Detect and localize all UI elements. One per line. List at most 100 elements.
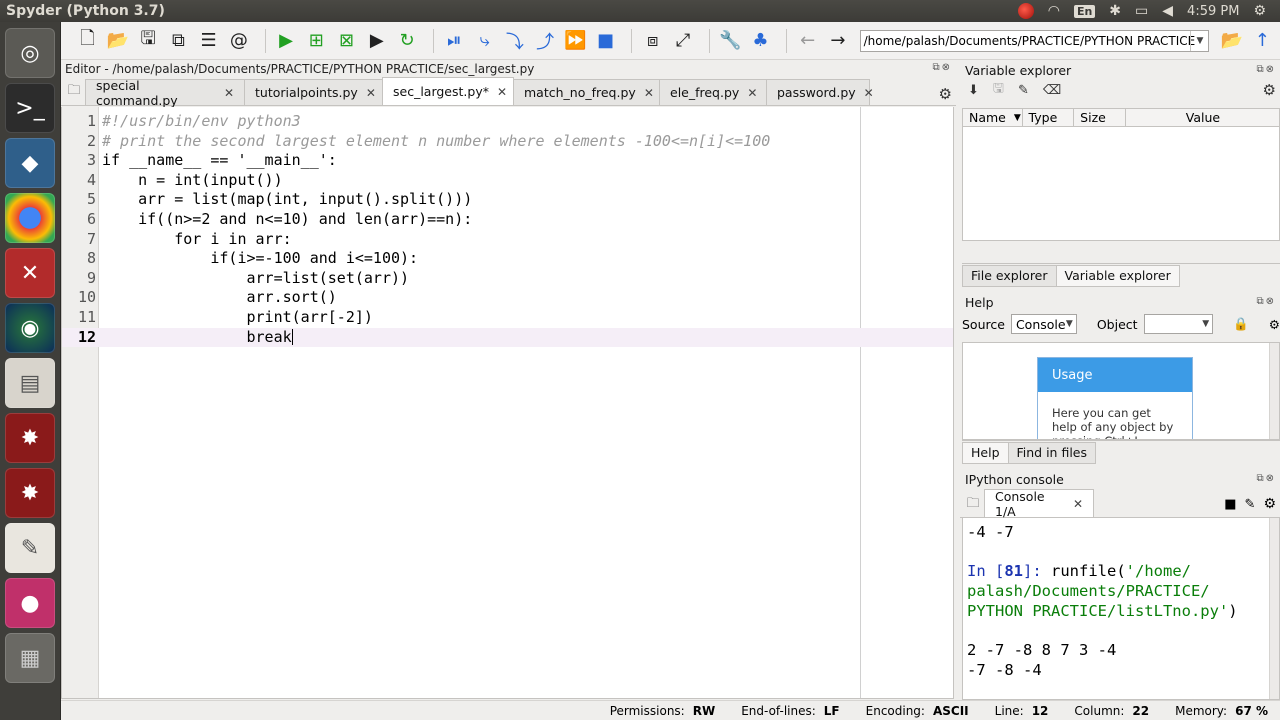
help-source-select[interactable]: Console ▼ bbox=[1010, 314, 1077, 334]
record-indicator-icon[interactable] bbox=[1017, 3, 1034, 19]
console-input-line: PYTHON PRACTICE/listLTno.py') bbox=[967, 602, 1238, 620]
save-data-icon[interactable]: 🖫 bbox=[993, 79, 1004, 101]
terminal-app-icon[interactable]: >_ bbox=[5, 83, 55, 133]
save-data-as-icon[interactable]: ✎ bbox=[1018, 83, 1029, 98]
editor-tab[interactable]: ele_freq.py ✕ bbox=[659, 79, 767, 105]
clear-console-icon[interactable]: ✎ bbox=[1245, 497, 1256, 512]
open-file-icon[interactable]: 📂 bbox=[105, 28, 130, 54]
status-memory-label: Memory: bbox=[1175, 703, 1228, 718]
column-header-name[interactable]: Name ▼ bbox=[963, 109, 1023, 126]
save-all-icon[interactable]: ⧉ bbox=[166, 28, 191, 54]
import-data-icon[interactable]: ⬇ bbox=[968, 83, 979, 98]
run-cell-advance-icon[interactable]: ⊠ bbox=[334, 28, 359, 54]
python-path-icon[interactable]: ♣ bbox=[748, 28, 773, 54]
back-arrow-icon[interactable]: ← bbox=[795, 28, 820, 54]
debug-icon[interactable]: ⏯ bbox=[442, 28, 467, 54]
chevron-down-icon[interactable]: ▼ bbox=[1190, 30, 1208, 51]
text-cursor bbox=[291, 329, 293, 346]
preferences-wrench-icon[interactable]: 🔧 bbox=[718, 28, 743, 54]
system-top-bar: Spyder (Python 3.7) ◠ En ✱ ▭ ◀ 4:59 PM ⚙ bbox=[0, 0, 1280, 22]
pane-controls-icon[interactable]: ⧉⊗ bbox=[1256, 296, 1276, 307]
chrome-app-icon[interactable] bbox=[5, 193, 55, 243]
close-icon[interactable]: ✕ bbox=[644, 86, 654, 100]
rerun-icon[interactable]: ↻ bbox=[394, 28, 419, 54]
system-settings-icon[interactable]: ✕ bbox=[5, 248, 55, 298]
stop-console-icon[interactable]: ■ bbox=[1224, 497, 1236, 512]
close-icon[interactable]: ✕ bbox=[864, 86, 874, 100]
step-return-icon[interactable]: ⤴ bbox=[532, 28, 557, 54]
tab-help[interactable]: Help bbox=[962, 441, 1009, 464]
spyder-app-icon[interactable]: ✸ bbox=[5, 413, 55, 463]
volume-icon[interactable]: ◀ bbox=[1162, 3, 1173, 19]
gear-icon[interactable]: ⚙ bbox=[1263, 496, 1276, 512]
folder-icon[interactable]: 🗀 bbox=[63, 79, 85, 105]
console-tab[interactable]: Console 1/A ✕ bbox=[984, 489, 1094, 519]
change-to-parent-icon[interactable]: ↑ bbox=[1250, 28, 1275, 54]
forward-arrow-icon[interactable]: → bbox=[825, 28, 850, 54]
tab-find-in-files[interactable]: Find in files bbox=[1007, 441, 1097, 464]
browse-tabs-icon[interactable]: ☰ bbox=[196, 28, 221, 54]
vertical-scrollbar[interactable] bbox=[1269, 518, 1279, 699]
column-header-value[interactable]: Value bbox=[1126, 109, 1279, 126]
mysql-workbench-icon[interactable]: ◆ bbox=[5, 138, 55, 188]
gear-icon[interactable]: ⚙ bbox=[1263, 81, 1276, 99]
bluetooth-icon[interactable]: ✱ bbox=[1109, 3, 1121, 19]
clock[interactable]: 4:59 PM bbox=[1187, 4, 1239, 19]
close-icon[interactable]: ✕ bbox=[224, 86, 234, 100]
gear-icon[interactable]: ⚙ bbox=[939, 85, 952, 103]
wifi-icon[interactable]: ◠ bbox=[1048, 3, 1060, 19]
text-editor-icon[interactable]: ✎ bbox=[5, 523, 55, 573]
run-selection-icon[interactable]: ▶ bbox=[364, 28, 389, 54]
file-manager-icon[interactable]: ▤ bbox=[5, 358, 55, 408]
editor-tab-active[interactable]: sec_largest.py* ✕ bbox=[382, 77, 514, 105]
save-icon[interactable]: 🖫 bbox=[136, 28, 161, 54]
pane-controls-icon[interactable]: ⧉⊗ bbox=[932, 62, 952, 73]
globe-app-icon[interactable]: ◉ bbox=[5, 303, 55, 353]
close-icon[interactable]: ✕ bbox=[366, 86, 376, 100]
editor-tab[interactable]: special command.py ✕ bbox=[85, 78, 245, 108]
help-object-input[interactable]: ▼ bbox=[1143, 314, 1214, 334]
browse-directory-icon[interactable]: 📂 bbox=[1219, 28, 1244, 54]
maximize-pane-icon[interactable]: ⧈ bbox=[640, 28, 665, 54]
workspace-switcher-icon[interactable]: ▦ bbox=[5, 633, 55, 683]
at-icon[interactable]: @ bbox=[226, 28, 251, 54]
dash-home-icon[interactable]: ◎ bbox=[5, 28, 55, 78]
working-directory-input[interactable]: /home/palash/Documents/PRACTICE/PYTHON P… bbox=[859, 29, 1210, 52]
close-icon[interactable]: ✕ bbox=[747, 86, 757, 100]
folder-icon[interactable]: 🗀 bbox=[962, 493, 984, 517]
code-line-current: 12 break bbox=[62, 327, 953, 348]
pane-controls-icon[interactable]: ⧉⊗ bbox=[1256, 473, 1276, 484]
step-icon[interactable]: ⤷ bbox=[472, 28, 497, 54]
ipython-console[interactable]: -4 -7 In [81]: runfile('/home/ palash/Do… bbox=[962, 518, 1280, 700]
column-header-size[interactable]: Size bbox=[1074, 109, 1126, 126]
power-icon[interactable]: ⚙ bbox=[1253, 3, 1266, 19]
editor-tab[interactable]: match_no_freq.py ✕ bbox=[513, 79, 660, 105]
editor-tab[interactable]: tutorialpoints.py ✕ bbox=[244, 79, 383, 105]
editor-tab[interactable]: password.py ✕ bbox=[766, 79, 874, 105]
app-launcher-icon[interactable]: ● bbox=[5, 578, 55, 628]
step-into-icon[interactable]: ⤵ bbox=[502, 28, 527, 54]
close-icon[interactable]: ✕ bbox=[1073, 497, 1083, 511]
console-title-bar: IPython console ⧉⊗ bbox=[965, 471, 1276, 487]
column-header-type[interactable]: Type bbox=[1023, 109, 1075, 126]
keyboard-layout-indicator[interactable]: En bbox=[1073, 4, 1096, 18]
console-output-line: 2 -7 -8 8 7 3 -4 bbox=[967, 641, 1117, 659]
run-icon[interactable]: ▶ bbox=[273, 28, 298, 54]
tab-file-explorer[interactable]: File explorer bbox=[962, 264, 1057, 287]
lock-icon[interactable]: 🔒 bbox=[1233, 316, 1249, 332]
fullscreen-icon[interactable]: ⤢ bbox=[670, 28, 695, 54]
continue-icon[interactable]: ⏩ bbox=[563, 28, 588, 54]
vertical-scrollbar[interactable] bbox=[1269, 343, 1279, 439]
run-cell-icon[interactable]: ⊞ bbox=[304, 28, 329, 54]
gear-icon[interactable]: ⚙ bbox=[1269, 317, 1280, 332]
stop-debug-icon[interactable]: ■ bbox=[593, 28, 618, 54]
variable-table[interactable]: Name ▼ Type Size Value bbox=[962, 108, 1280, 241]
code-editor[interactable]: 1 #!/usr/bin/env python3 2 # print the sec… bbox=[61, 107, 954, 699]
pane-controls-icon[interactable]: ⧉⊗ bbox=[1256, 64, 1276, 75]
tab-variable-explorer[interactable]: Variable explorer bbox=[1055, 264, 1180, 287]
remove-all-variables-icon[interactable]: ⌫ bbox=[1043, 83, 1061, 98]
spyder-app-icon-2[interactable]: ✸ bbox=[5, 468, 55, 518]
new-file-icon[interactable]: 🗋 bbox=[75, 28, 100, 54]
battery-icon[interactable]: ▭ bbox=[1135, 3, 1148, 19]
close-icon[interactable]: ✕ bbox=[497, 85, 507, 99]
